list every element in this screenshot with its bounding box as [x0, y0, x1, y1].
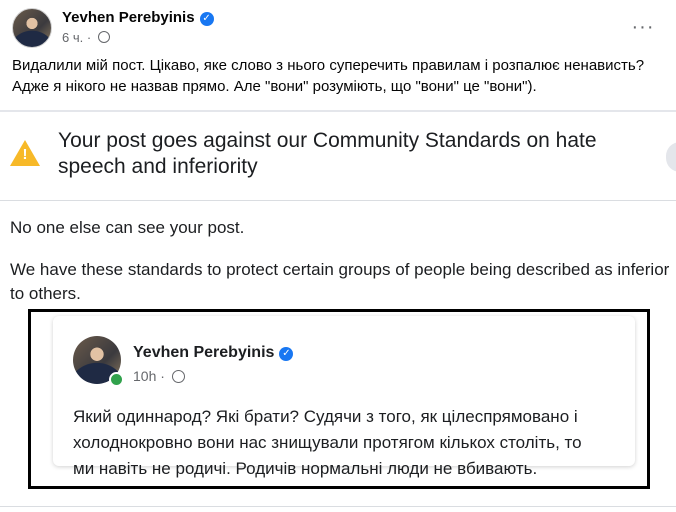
side-scroll-button[interactable] — [666, 142, 676, 172]
quoted-text-line: ми навіть не родичі. Родичів нормальні л… — [73, 459, 538, 478]
more-horizontal-icon: ··· — [631, 16, 655, 38]
post-text-line: Видалили мій пост. Цікаво, яке слово з н… — [12, 57, 645, 74]
verified-icon: ✓ — [279, 347, 294, 361]
divider — [0, 200, 676, 201]
quoted-author-name[interactable]: Yevhen Perebyinis ✓ — [133, 344, 294, 362]
quoted-text-line: холоднокровно вони нас знищували протяго… — [73, 433, 582, 452]
post-meta: 6 ч. · — [62, 30, 110, 45]
globe-icon — [171, 370, 185, 383]
quoted-text-line: Який одиннарод? Які брати? Судячи з того… — [73, 407, 578, 426]
author-avatar[interactable] — [12, 8, 52, 48]
meta-separator: · — [86, 30, 92, 45]
quoted-post-card: Yevhen Perebyinis ✓ 10h · Який одиннарод?… — [53, 316, 635, 478]
post-time[interactable]: 6 ч. — [62, 30, 83, 45]
quoted-author-name-text[interactable]: Yevhen Perebyinis — [133, 344, 274, 361]
meta-separator: · — [160, 368, 165, 384]
post-text: Видалили мій пост. Цікаво, яке слово з н… — [12, 55, 662, 97]
author-name[interactable]: Yevhen Perebyinis ✓ — [62, 9, 214, 26]
online-status-icon — [109, 372, 124, 387]
globe-icon — [97, 31, 110, 43]
quoted-post-meta: 10h · — [133, 368, 185, 384]
post-text-line: Адже я нікого не назвав прямо. Але "вони… — [12, 78, 537, 95]
standards-explanation: We have these standards to protect certa… — [10, 260, 670, 303]
quoted-post-text: Який одиннарод? Які брати? Судячи з того… — [73, 404, 633, 482]
warning-exclamation: ! — [22, 146, 28, 163]
divider — [0, 506, 676, 507]
verified-icon: ✓ — [199, 12, 214, 26]
quoted-post-highlight-box: Yevhen Perebyinis ✓ 10h · Який одиннарод?… — [28, 309, 650, 489]
warning-title: Your post goes against our Community Sta… — [58, 129, 597, 178]
quoted-post-time[interactable]: 10h — [133, 368, 156, 384]
attached-screenshot: ! Your post goes against our Community S… — [0, 110, 676, 512]
warning-block: ! Your post goes against our Community S… — [0, 118, 676, 208]
post-header: Yevhen Perebyinis ✓ 6 ч. · ··· — [12, 8, 662, 50]
more-options-button[interactable]: ··· — [628, 14, 658, 44]
divider — [0, 110, 676, 112]
author-name-text[interactable]: Yevhen Perebyinis — [62, 9, 195, 26]
visibility-notice: No one else can see your post. — [10, 218, 245, 237]
